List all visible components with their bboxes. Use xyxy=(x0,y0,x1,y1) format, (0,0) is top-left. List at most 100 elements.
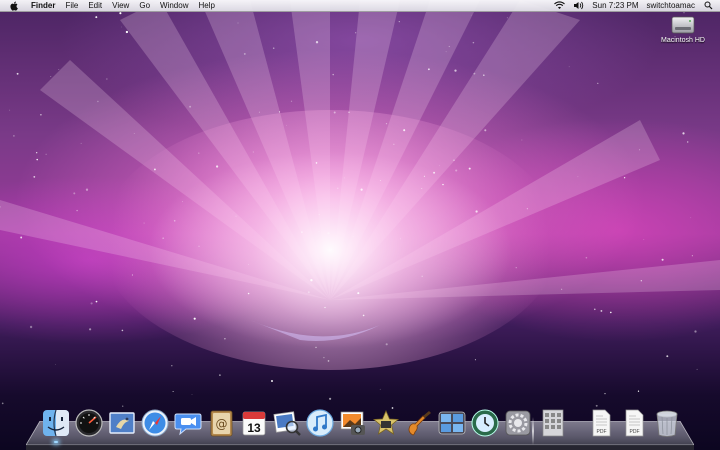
star xyxy=(315,41,319,44)
menu-finder[interactable]: Finder xyxy=(26,0,60,11)
dock-pdf-document-1[interactable]: PDF xyxy=(585,407,617,439)
dock-garageband[interactable] xyxy=(403,407,435,439)
dock-system-preferences[interactable] xyxy=(502,407,534,439)
star xyxy=(307,291,310,294)
star xyxy=(198,152,200,154)
dock: @ 13 PDF PDF xyxy=(40,407,690,445)
user-name[interactable]: switchtoamac xyxy=(647,0,695,11)
desktop-icon-macintosh-hd[interactable]: Macintosh HD xyxy=(655,14,711,44)
star xyxy=(687,141,689,143)
dock-dashboard[interactable] xyxy=(73,407,105,439)
star xyxy=(604,392,606,395)
star xyxy=(585,256,588,259)
menu-window[interactable]: Window xyxy=(155,0,193,11)
star xyxy=(85,188,89,191)
dock-ical[interactable]: 13 xyxy=(238,407,270,439)
star xyxy=(343,177,345,179)
star xyxy=(235,215,237,217)
star xyxy=(243,52,246,55)
star xyxy=(348,111,350,113)
star xyxy=(561,288,563,290)
ical-date: 13 xyxy=(247,421,261,435)
dock-address-book[interactable]: @ xyxy=(205,407,237,439)
star xyxy=(327,360,330,362)
dock-safari[interactable] xyxy=(139,407,171,439)
dock-preview[interactable] xyxy=(271,407,303,439)
star xyxy=(40,113,42,116)
star xyxy=(172,390,174,393)
star xyxy=(16,72,19,75)
menu-go[interactable]: Go xyxy=(134,0,155,11)
pdf-document-icon: PDF xyxy=(592,409,611,437)
apple-icon[interactable] xyxy=(8,0,20,11)
star xyxy=(398,21,400,23)
trash-icon xyxy=(656,410,678,437)
star xyxy=(379,388,381,390)
star xyxy=(337,187,339,189)
menu-file[interactable]: File xyxy=(60,0,83,11)
dock-ichat[interactable] xyxy=(172,407,204,439)
star xyxy=(600,309,603,312)
star xyxy=(73,192,76,195)
dock-itunes[interactable] xyxy=(304,407,336,439)
pdf-document-icon: PDF xyxy=(625,409,644,437)
star xyxy=(50,76,52,77)
star xyxy=(193,317,196,320)
star xyxy=(13,135,15,137)
star xyxy=(506,17,508,19)
running-indicator xyxy=(54,441,58,443)
star xyxy=(474,359,476,361)
star xyxy=(696,368,698,370)
wifi-icon[interactable] xyxy=(554,0,566,11)
star xyxy=(423,175,425,177)
dock-iphoto[interactable] xyxy=(337,407,369,439)
menu-view[interactable]: View xyxy=(107,0,134,11)
star xyxy=(332,73,334,76)
dock-mail[interactable] xyxy=(106,407,138,439)
dock-applications-stack[interactable] xyxy=(537,407,569,439)
star xyxy=(640,280,642,282)
star xyxy=(661,258,664,261)
time-machine-icon xyxy=(471,409,499,437)
ical-icon: 13 xyxy=(242,411,266,436)
star xyxy=(637,390,640,392)
star xyxy=(133,133,135,134)
clock[interactable]: Sun 7:23 PM xyxy=(592,0,638,11)
star xyxy=(623,177,626,179)
spotlight-icon[interactable] xyxy=(703,0,714,11)
star xyxy=(442,183,444,186)
dock-separator xyxy=(532,417,534,445)
aurora-rays xyxy=(0,0,720,412)
star xyxy=(333,111,336,114)
star xyxy=(453,159,455,161)
star xyxy=(470,14,472,16)
dock-spaces[interactable] xyxy=(436,407,468,439)
dock-trash[interactable] xyxy=(651,407,683,439)
dock-finder[interactable] xyxy=(40,407,72,439)
star xyxy=(568,66,570,68)
volume-icon[interactable] xyxy=(573,0,584,11)
star xyxy=(171,364,173,367)
dock-pdf-document-2[interactable]: PDF xyxy=(618,407,650,439)
star xyxy=(690,217,692,219)
star xyxy=(666,355,669,358)
menu-help[interactable]: Help xyxy=(193,0,219,11)
star xyxy=(55,364,56,365)
star xyxy=(475,210,478,213)
star xyxy=(29,325,33,329)
star xyxy=(609,311,612,314)
menu-bar: Finder File Edit View Go Window Help Sun… xyxy=(0,0,720,12)
star xyxy=(468,167,471,170)
mail-icon xyxy=(109,412,135,434)
menu-edit[interactable]: Edit xyxy=(83,0,107,11)
finder-icon xyxy=(43,409,69,437)
star xyxy=(191,394,193,395)
dock-time-machine[interactable] xyxy=(469,407,501,439)
star xyxy=(597,82,599,85)
star xyxy=(403,129,406,132)
star xyxy=(36,152,38,154)
dock-imovie[interactable] xyxy=(370,407,402,439)
star xyxy=(427,68,430,71)
star xyxy=(301,231,303,234)
star xyxy=(121,26,122,28)
